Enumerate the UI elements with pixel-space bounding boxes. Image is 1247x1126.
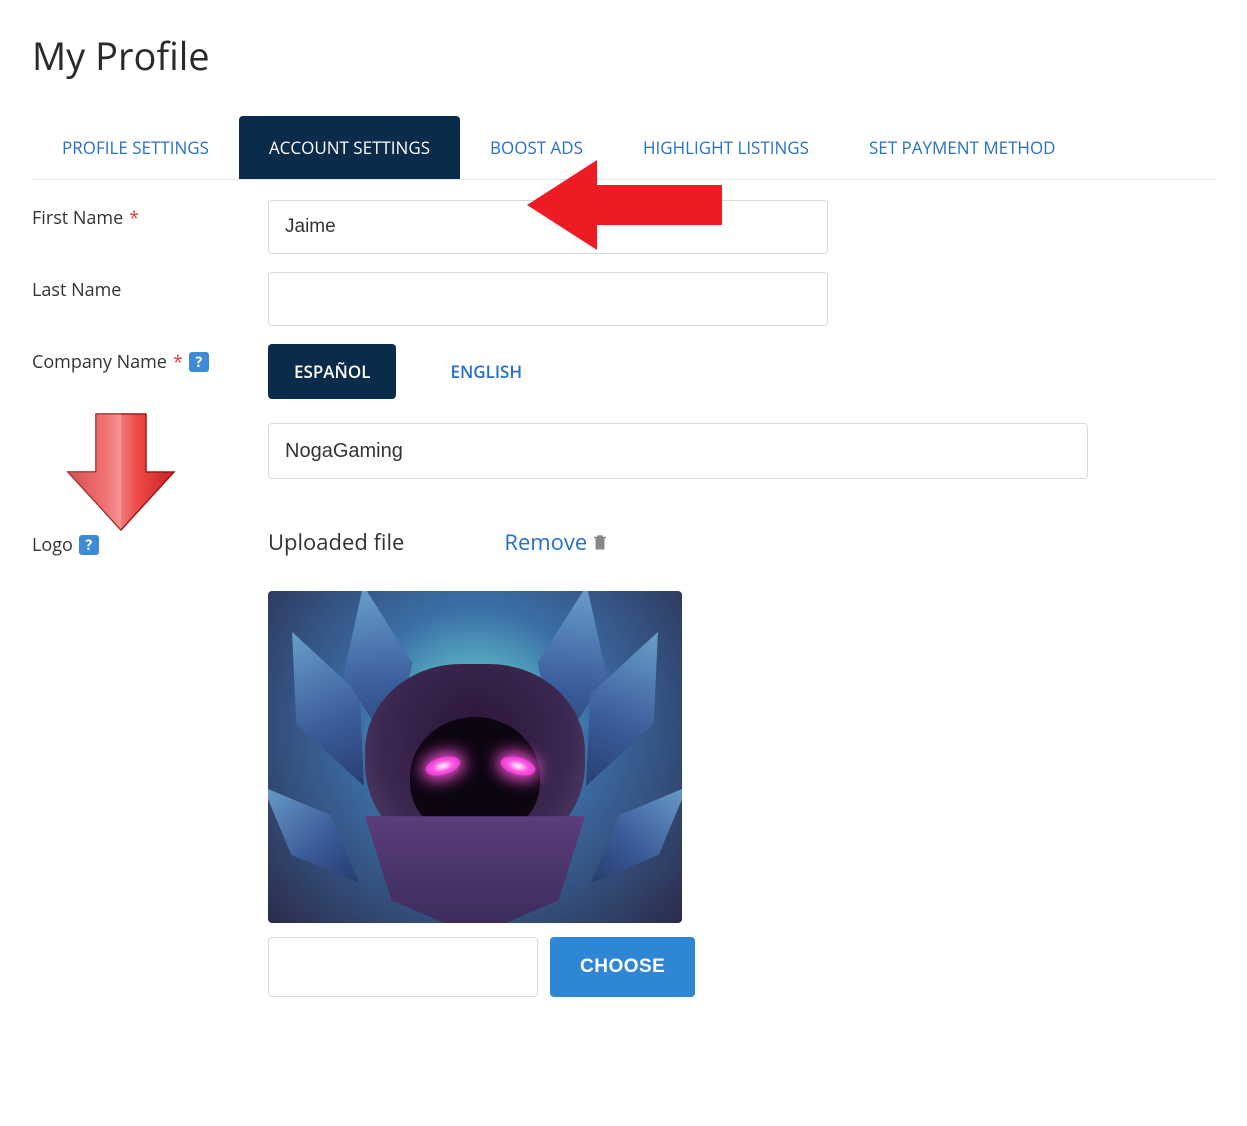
choose-file-button[interactable]: CHOOSE <box>550 937 695 997</box>
required-star: * <box>129 206 139 230</box>
language-tabs: ESPAÑOL ENGLISH <box>268 344 1215 399</box>
label-text-last-name: Last Name <box>32 278 121 302</box>
row-company-name: Company Name * ? ESPAÑOL ENGLISH <box>32 344 1215 479</box>
decorative-feather <box>268 767 379 903</box>
form-area: First Name * Last Name Company Name * ? … <box>32 180 1215 997</box>
tabs-bar: PROFILE SETTINGS ACCOUNT SETTINGS BOOST … <box>32 116 1215 180</box>
row-first-name: First Name * <box>32 200 1215 254</box>
row-last-name: Last Name <box>32 272 1215 326</box>
tab-set-payment-method[interactable]: SET PAYMENT METHOD <box>839 116 1086 179</box>
tab-profile-settings[interactable]: PROFILE SETTINGS <box>32 116 239 179</box>
required-star: * <box>173 350 183 374</box>
page-title: My Profile <box>32 30 1215 82</box>
lang-tab-en[interactable]: ENGLISH <box>424 344 548 399</box>
label-text-logo: Logo <box>32 533 73 557</box>
label-logo: Logo ? <box>32 527 268 557</box>
file-select-row: CHOOSE <box>268 937 1215 997</box>
tab-highlight-listings[interactable]: HIGHLIGHT LISTINGS <box>613 116 839 179</box>
remove-text: Remove <box>504 527 587 557</box>
label-last-name: Last Name <box>32 272 268 302</box>
label-text-company-name: Company Name <box>32 350 167 374</box>
logo-preview-image <box>268 591 682 923</box>
tab-account-settings[interactable]: ACCOUNT SETTINGS <box>239 116 460 179</box>
avatar-scarf <box>365 816 585 923</box>
uploaded-file-row: Uploaded file Remove <box>268 527 1215 557</box>
help-icon[interactable]: ? <box>189 352 209 372</box>
label-text-first-name: First Name <box>32 206 123 230</box>
label-first-name: First Name * <box>32 200 268 230</box>
help-icon[interactable]: ? <box>79 535 99 555</box>
label-company-name: Company Name * ? <box>32 344 268 374</box>
tab-boost-ads[interactable]: BOOST ADS <box>460 116 613 179</box>
first-name-input[interactable] <box>268 200 828 254</box>
last-name-input[interactable] <box>268 272 828 326</box>
decorative-feather <box>571 767 682 903</box>
uploaded-file-label: Uploaded file <box>268 527 404 557</box>
row-logo: Logo ? Uploaded file Remove <box>32 527 1215 997</box>
file-path-input[interactable] <box>268 937 538 997</box>
remove-file-link[interactable]: Remove <box>504 527 609 557</box>
company-name-input[interactable] <box>268 423 1088 479</box>
lang-tab-es[interactable]: ESPAÑOL <box>268 344 396 399</box>
trash-icon <box>591 532 609 552</box>
